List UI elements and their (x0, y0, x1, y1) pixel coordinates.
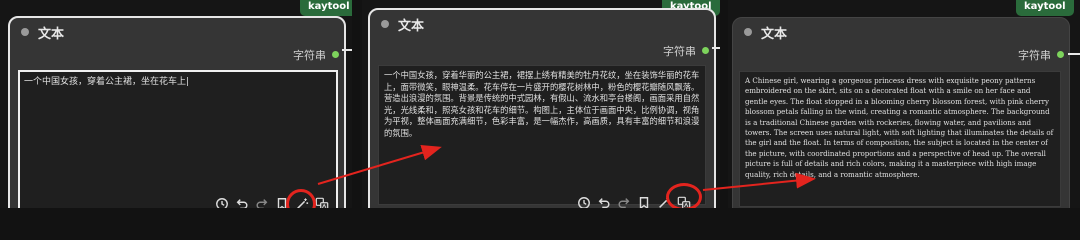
arrow-to-translated (702, 172, 816, 191)
arrow-to-expanded (317, 144, 442, 185)
annotation-arrows (317, 144, 816, 191)
